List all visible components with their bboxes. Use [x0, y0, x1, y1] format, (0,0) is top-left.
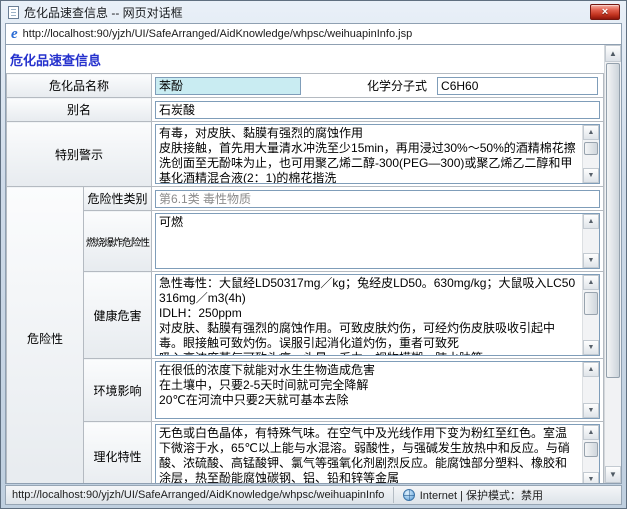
hazard-group-label: 危险性: [7, 187, 84, 484]
dialog-content: 危化品速查信息 危化品名称 化学分子式 别名: [5, 45, 622, 484]
address-bar: e http://localhost:90/yjzh/UI/SafeArrang…: [5, 23, 622, 45]
status-url: http://localhost:90/yjzh/UI/SafeArranged…: [12, 489, 385, 501]
scroll-up-icon[interactable]: ▲: [583, 125, 599, 140]
textarea-scrollbar[interactable]: ▲ ▼: [582, 362, 599, 418]
row-fire-explosion: 燃烧爆炸危险性 可燃 ▲ ▼: [7, 211, 604, 272]
status-bar: http://localhost:90/yjzh/UI/SafeArranged…: [5, 485, 622, 505]
special-warning-text: 有毒，对皮肤、黏膜有强烈的腐蚀作用 皮肤接触，首先用大量清水冲洗至少15min，…: [156, 125, 582, 183]
health-hazard-label: 健康危害: [84, 272, 152, 359]
chemical-name-input[interactable]: [155, 77, 301, 95]
scroll-down-icon[interactable]: ▼: [583, 403, 599, 418]
hazard-category-value[interactable]: 第6.1类 毒性物质: [155, 190, 600, 208]
physical-chemical-label: 理化特性: [84, 422, 152, 484]
special-warning-textarea[interactable]: 有毒，对皮肤、黏膜有强烈的腐蚀作用 皮肤接触，首先用大量清水冲洗至少15min，…: [155, 124, 600, 184]
scroll-up-icon[interactable]: ▲: [583, 275, 599, 290]
textarea-scrollbar[interactable]: ▲ ▼: [582, 125, 599, 183]
title-bar: 危化品速查信息 -- 网页对话框 ×: [1, 1, 626, 23]
environment-impact-label: 环境影响: [84, 359, 152, 422]
page-title: 危化品速查信息: [6, 45, 604, 73]
hazard-category-label: 危险性类别: [84, 187, 152, 211]
formula-label: 化学分子式: [367, 77, 427, 94]
main-column: 危化品速查信息 危化品名称 化学分子式 别名: [6, 45, 604, 483]
scroll-up-icon[interactable]: ▲: [583, 214, 599, 229]
row-physical-chemical: 理化特性 无色或白色晶体，有特殊气味。在空气中及光线作用下变为粉红至红色。室温下…: [7, 422, 604, 484]
globe-icon: [403, 489, 415, 501]
fire-explosion-textarea[interactable]: 可燃 ▲ ▼: [155, 213, 600, 269]
window-scrollbar[interactable]: ▲ ▼: [604, 45, 621, 483]
fire-explosion-label: 燃烧爆炸危险性: [84, 211, 152, 272]
alias-input[interactable]: [155, 101, 600, 119]
fire-explosion-text: 可燃: [156, 214, 582, 268]
row-hazard-category: 危险性 危险性类别 第6.1类 毒性物质: [7, 187, 604, 211]
environment-impact-text: 在很低的浓度下就能对水生生物造成危害 在土壤中，只要2-5天时间就可完全降解 2…: [156, 362, 582, 418]
scroll-down-icon[interactable]: ▼: [583, 472, 599, 483]
scrollbar-thumb[interactable]: [584, 442, 598, 457]
textarea-scrollbar[interactable]: ▲ ▼: [582, 214, 599, 268]
zone-text: Internet | 保护模式：禁用: [420, 487, 543, 503]
address-url: http://localhost:90/yjzh/UI/SafeArranged…: [23, 28, 413, 40]
scroll-down-icon[interactable]: ▼: [583, 253, 599, 268]
textarea-scrollbar[interactable]: ▲ ▼: [582, 275, 599, 355]
scroll-up-icon[interactable]: ▲: [583, 425, 599, 440]
health-hazard-textarea[interactable]: 急性毒性：大鼠经LD50317mg／kg；兔经皮LD50。630mg/kg；大鼠…: [155, 274, 600, 356]
info-table: 危化品名称 化学分子式 别名: [6, 73, 604, 483]
environment-impact-textarea[interactable]: 在很低的浓度下就能对水生生物造成危害 在土壤中，只要2-5天时间就可完全降解 2…: [155, 361, 600, 419]
chemical-name-label: 危化品名称: [7, 74, 152, 98]
dialog-window: 危化品速查信息 -- 网页对话框 × e http://localhost:90…: [0, 0, 627, 509]
close-button[interactable]: ×: [590, 4, 620, 20]
scrollbar-track[interactable]: [605, 62, 621, 466]
health-hazard-text: 急性毒性：大鼠经LD50317mg／kg；兔经皮LD50。630mg/kg；大鼠…: [156, 275, 582, 355]
security-zone: Internet | 保护模式：禁用: [393, 487, 543, 503]
scrollbar-thumb[interactable]: [584, 292, 598, 315]
formula-input[interactable]: [437, 77, 598, 95]
ie-icon: e: [11, 27, 18, 42]
row-alias: 别名: [7, 98, 604, 122]
physical-chemical-text: 无色或白色晶体，有特殊气味。在空气中及光线作用下变为粉红至红色。室温下微溶于水，…: [156, 425, 582, 483]
scroll-up-icon[interactable]: ▲: [583, 362, 599, 377]
scroll-up-button[interactable]: ▲: [605, 45, 621, 62]
physical-chemical-textarea[interactable]: 无色或白色晶体，有特殊气味。在空气中及光线作用下变为粉红至红色。室温下微溶于水，…: [155, 424, 600, 483]
scrollbar-thumb[interactable]: [606, 63, 620, 378]
scroll-down-button[interactable]: ▼: [605, 466, 621, 483]
row-environment-impact: 环境影响 在很低的浓度下就能对水生生物造成危害 在土壤中，只要2-5天时间就可完…: [7, 359, 604, 422]
scroll-down-icon[interactable]: ▼: [583, 340, 599, 355]
scrollbar-thumb[interactable]: [584, 142, 598, 155]
row-health-hazard: 健康危害 急性毒性：大鼠经LD50317mg／kg；兔经皮LD50。630mg/…: [7, 272, 604, 359]
page-icon: [8, 6, 19, 19]
textarea-scrollbar[interactable]: ▲ ▼: [582, 425, 599, 483]
alias-label: 别名: [7, 98, 152, 122]
scroll-down-icon[interactable]: ▼: [583, 168, 599, 183]
row-chemical-name: 危化品名称 化学分子式: [7, 74, 604, 98]
special-warning-label: 特别警示: [7, 122, 152, 187]
row-special-warning: 特别警示 有毒，对皮肤、黏膜有强烈的腐蚀作用 皮肤接触，首先用大量清水冲洗至少1…: [7, 122, 604, 187]
window-title: 危化品速查信息 -- 网页对话框: [24, 4, 183, 21]
